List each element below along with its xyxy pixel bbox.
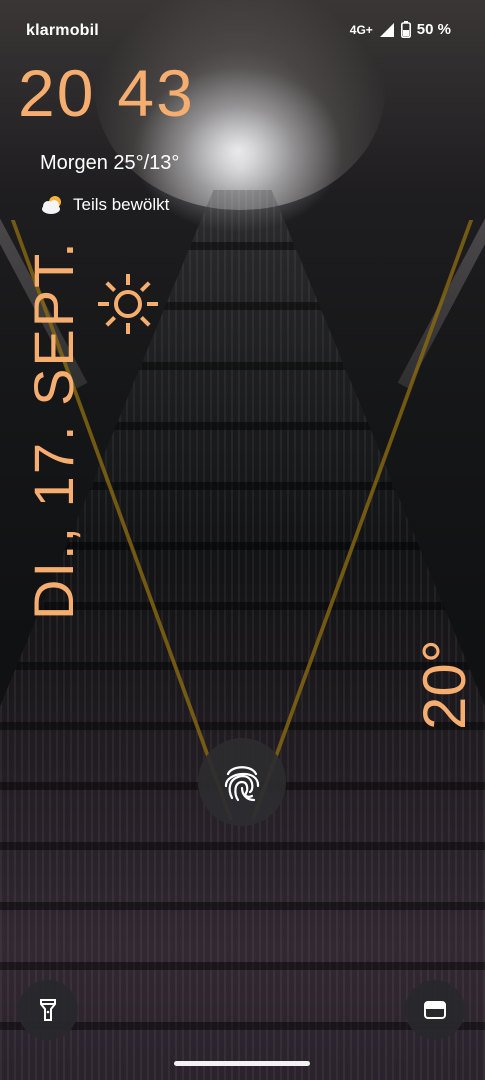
battery-percent: 50 % xyxy=(416,21,451,38)
weather-forecast-tomorrow: Morgen 25°/13° xyxy=(40,152,180,174)
network-type: 4G+ xyxy=(349,22,373,37)
battery-icon xyxy=(400,21,411,38)
sun-icon xyxy=(98,274,158,334)
weather-condition: Teils bewölkt xyxy=(40,195,169,215)
wallet-shortcut-button[interactable] xyxy=(405,980,465,1040)
wallet-icon xyxy=(424,1001,446,1019)
cell-signal-icon xyxy=(379,22,394,37)
carrier-name: klarmobil xyxy=(26,22,99,39)
handrail-right xyxy=(397,153,485,389)
weather-condition-label: Teils bewölkt xyxy=(73,195,170,214)
partly-cloudy-icon xyxy=(42,196,61,214)
flashlight-shortcut-button[interactable] xyxy=(18,980,78,1040)
clock-hours: 20 xyxy=(18,56,96,130)
clock-minutes: 43 xyxy=(117,56,195,130)
lockscreen-date: DI., 17. SEPT. xyxy=(22,240,85,620)
gesture-home-bar[interactable] xyxy=(174,1061,310,1066)
lockscreen-clock: 20 43 xyxy=(18,60,195,126)
status-icons: 4G+ 50 % xyxy=(350,21,451,38)
fingerprint-sensor[interactable] xyxy=(198,738,286,826)
flashlight-icon xyxy=(40,999,56,1021)
current-temperature: 20° xyxy=(411,639,478,730)
fingerprint-icon xyxy=(224,766,260,802)
